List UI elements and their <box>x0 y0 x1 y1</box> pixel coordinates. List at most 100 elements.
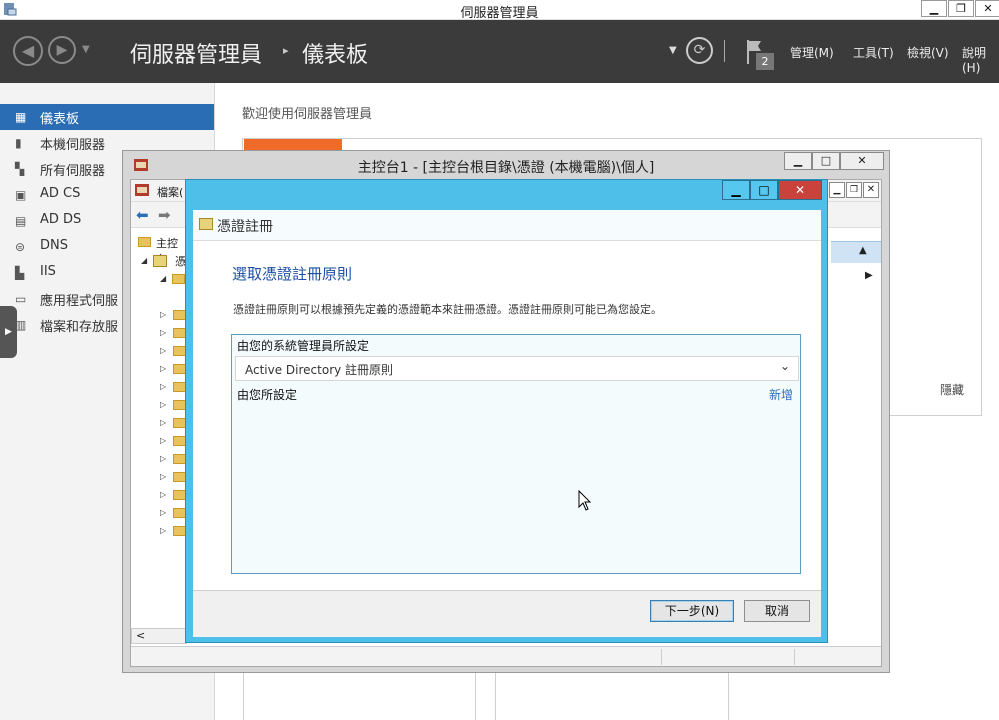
child-close-button[interactable]: ✕ <box>863 182 879 198</box>
tree-node[interactable]: ▷ <box>131 342 186 360</box>
status-divider <box>794 649 795 665</box>
actions-pane: ▲ ▶ <box>831 228 881 638</box>
tree-node-certificates[interactable]: ◢ 憑 <box>131 252 186 270</box>
breadcrumb-root[interactable]: 伺服器管理員 <box>130 37 262 69</box>
tree-node[interactable]: ▷ <box>131 360 186 378</box>
breadcrumb-current: 儀表板 <box>302 43 369 68</box>
dialog-minimize-button[interactable]: ▁ <box>722 180 750 200</box>
back-button[interactable]: ◀ <box>13 36 43 66</box>
certificate-icon <box>199 218 213 230</box>
expand-arrow-icon[interactable]: ▷ <box>160 472 166 481</box>
menu-file[interactable]: 檔案( <box>157 184 183 200</box>
role-card[interactable] <box>495 672 729 720</box>
breadcrumb-separator-icon: ▸ <box>283 44 289 57</box>
tree-node[interactable]: ▷ <box>131 504 186 522</box>
iis-icon: ▙ <box>15 266 25 280</box>
tree-node[interactable]: ▷ <box>131 486 186 504</box>
expand-arrow-icon[interactable]: ▷ <box>160 436 166 445</box>
scroll-left-icon[interactable]: < <box>136 629 145 642</box>
child-restore-button[interactable]: ❐ <box>846 182 862 198</box>
dns-icon: ⊜ <box>15 240 26 254</box>
tree-node[interactable]: ▷ <box>131 522 186 540</box>
policy-item-active-directory[interactable]: Active Directory 註冊原則 ⌄ <box>235 356 799 381</box>
expand-arrow-icon[interactable]: ◢ <box>160 274 166 283</box>
tree-node-root[interactable]: 主控台 <box>131 234 186 266</box>
tree-node[interactable]: ▷ <box>131 378 186 396</box>
expand-arrow-icon[interactable]: ▷ <box>160 418 166 427</box>
mmc-minimize-button[interactable]: ▁ <box>784 152 812 170</box>
chevron-down-icon[interactable]: ⌄ <box>780 359 790 373</box>
actions-header[interactable]: ▲ <box>831 241 881 263</box>
add-policy-link[interactable]: 新增 <box>769 386 793 403</box>
menu-manage[interactable]: 管理(M) <box>790 44 834 61</box>
child-minimize-button[interactable]: ▁ <box>829 182 845 198</box>
back-arrow-icon[interactable]: ⬅ <box>136 206 149 224</box>
certificate-enrollment-dialog: ▁ □ ✕ 憑證註冊 選取憑證註冊原則 憑證註冊原則可以根據預先定義的憑證範本來… <box>185 179 828 643</box>
role-card[interactable] <box>243 672 476 720</box>
expand-arrow-icon[interactable]: ▷ <box>160 508 166 517</box>
expand-arrow-icon[interactable]: ▷ <box>160 364 166 373</box>
expand-arrow-icon[interactable]: ▷ <box>160 382 166 391</box>
next-button[interactable]: 下一步(N) <box>650 600 734 622</box>
menu-tools[interactable]: 工具(T) <box>853 44 894 61</box>
restore-button[interactable]: ❐ <box>948 0 974 17</box>
menu-view[interactable]: 檢視(V) <box>907 44 949 61</box>
menu-help[interactable]: 說明(H) <box>962 44 999 75</box>
mmc-maximize-button[interactable]: □ <box>812 152 840 170</box>
hide-link[interactable]: 隱藏 <box>940 381 964 398</box>
refresh-icon[interactable]: ⟳ <box>686 37 713 64</box>
sidebar-item-dashboard[interactable]: ▦ 儀表板 <box>0 104 214 130</box>
expand-arrow-icon[interactable]: ▷ <box>160 328 166 337</box>
adcs-icon: ▣ <box>15 188 27 202</box>
submenu-arrow-icon[interactable]: ▶ <box>865 270 873 281</box>
section-user-label: 由您所設定 <box>237 388 298 402</box>
divider <box>724 40 725 62</box>
expand-arrow-icon[interactable]: ◢ <box>141 256 147 265</box>
expand-arrow-icon[interactable]: ▷ <box>160 400 166 409</box>
horizontal-scrollbar[interactable]: < <box>131 628 187 644</box>
notification-badge: 2 <box>756 53 774 70</box>
cancel-button[interactable]: 取消 <box>744 600 810 622</box>
certificate-icon <box>153 255 167 267</box>
page-heading: 選取憑證註冊原則 <box>232 265 353 283</box>
mmc-doc-icon <box>135 184 149 196</box>
mmc-titlebar: 主控台1 - [主控台根目錄\憑證 (本機電腦)\個人] ▁ □ ✕ <box>123 151 889 179</box>
tree-node[interactable]: ▷ <box>131 306 186 324</box>
dialog-title: 憑證註冊 <box>217 219 273 235</box>
tree-node[interactable]: ◢ <box>131 270 186 288</box>
forward-arrow-icon[interactable]: ➡ <box>158 206 171 224</box>
minimize-button[interactable]: ▁ <box>921 0 947 17</box>
adds-icon: ▤ <box>15 214 27 228</box>
mouse-cursor-icon <box>578 489 594 512</box>
mmc-window-title: 主控台1 - [主控台根目錄\憑證 (本機電腦)\個人] <box>357 160 655 176</box>
dialog-maximize-button[interactable]: □ <box>750 180 778 200</box>
dialog-close-button[interactable]: ✕ <box>778 180 822 200</box>
folder-icon <box>172 274 185 284</box>
tree-node[interactable]: ▷ <box>131 450 186 468</box>
tree-node[interactable]: ▷ <box>131 432 186 450</box>
tree-node[interactable]: ▷ <box>131 396 186 414</box>
welcome-heading: 歡迎使用伺服器管理員 <box>242 107 373 122</box>
tree-node[interactable]: ▷ <box>131 324 186 342</box>
dialog-footer: 下一步(N) 取消 <box>193 590 821 637</box>
expand-arrow-icon[interactable]: ▷ <box>160 310 166 319</box>
expand-arrow-icon[interactable]: ▷ <box>160 454 166 463</box>
mmc-close-button[interactable]: ✕ <box>840 152 884 170</box>
expand-arrow-icon[interactable]: ▷ <box>160 526 166 535</box>
expand-arrow-icon[interactable]: ▷ <box>160 346 166 355</box>
collapse-toggle-icon[interactable]: ▶ <box>0 306 17 358</box>
dialog-client: 憑證註冊 選取憑證註冊原則 憑證註冊原則可以根據預先定義的憑證範本來註冊憑證。憑… <box>193 210 821 637</box>
collapse-up-icon[interactable]: ▲ <box>859 245 867 256</box>
page-description: 憑證註冊原則可以根據預先定義的憑證範本來註冊憑證。憑證註冊原則可能已為您設定。 <box>233 303 662 316</box>
dialog-body: 選取憑證註冊原則 憑證註冊原則可以根據預先定義的憑證範本來註冊憑證。憑證註冊原則… <box>193 240 821 590</box>
server-manager-header: ◀ ▶ ▼ 伺服器管理員 ▸ 儀表板 ▼ ⟳ 2 管理(M) 工具(T) 檢視(… <box>0 20 999 83</box>
storage-icon: ▥ <box>15 318 27 332</box>
close-button[interactable]: ✕ <box>975 0 999 17</box>
tree-node[interactable]: ▷ <box>131 414 186 432</box>
forward-button[interactable]: ▶ <box>48 36 76 64</box>
tree-node[interactable]: ▷ <box>131 468 186 486</box>
expand-arrow-icon[interactable]: ▷ <box>160 490 166 499</box>
dashboard-icon: ▦ <box>15 110 27 124</box>
dropdown-icon[interactable]: ▼ <box>669 45 677 56</box>
history-dropdown-icon[interactable]: ▼ <box>82 44 90 55</box>
